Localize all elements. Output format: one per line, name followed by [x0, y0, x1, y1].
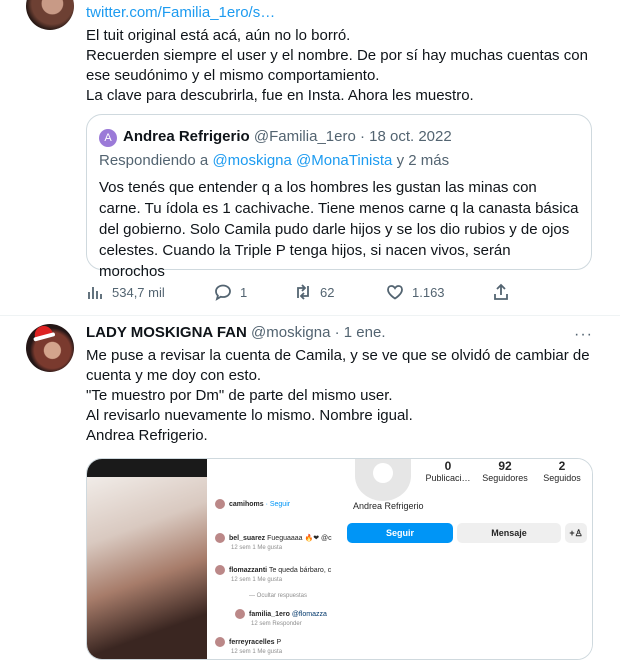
posts-count: 0 — [444, 459, 452, 473]
following-stat: 2 Seguidos — [537, 459, 587, 483]
like-count: 1.163 — [412, 284, 445, 300]
tweet-header: LADY MOSKIGNA FAN @moskigna · 1 ene. — [86, 324, 386, 341]
retweet-count: 62 — [320, 284, 335, 300]
replying-mentions[interactable]: @moskigna @MonaTinista — [212, 152, 392, 169]
analytics-icon — [88, 287, 102, 299]
quote-author-name: Andrea Refrigerio — [123, 128, 250, 145]
tweet-image[interactable]: camihoms · Seguir bel_suarez Fueguaaaa 🔥… — [86, 458, 593, 660]
quoted-tweet[interactable]: A Andrea Refrigerio @Familia_1ero · 18 o… — [86, 114, 592, 280]
quote-date: · 18 oct. 2022 — [359, 128, 452, 145]
comment-user: ferreyracelles — [229, 638, 275, 646]
following-count: 2 — [558, 459, 566, 473]
reply-button[interactable]: 1 — [214, 280, 247, 304]
retweet-icon — [297, 284, 309, 300]
quote-header: Andrea Refrigerio @Familia_1ero · 18 oct… — [123, 128, 452, 145]
instagram-photo — [87, 477, 207, 659]
post-follow: · Seguir — [265, 500, 291, 508]
message-button: Mensaje — [457, 523, 561, 543]
author-handle[interactable]: @moskigna — [251, 324, 330, 341]
reply-icon — [215, 284, 231, 301]
comment-avatar — [235, 609, 245, 619]
replying-suffix: y 2 más — [396, 152, 450, 169]
avatar[interactable] — [26, 0, 74, 30]
quote-avatar: A — [99, 129, 117, 147]
comment-meta: 12 sem 1 Me gusta — [231, 545, 283, 551]
comment-user: familia_1ero — [249, 610, 290, 618]
reply-count: 1 — [240, 284, 248, 300]
posts-stat: 0 Publicaci… — [423, 459, 473, 483]
retweet-button[interactable]: 62 — [294, 280, 334, 304]
comment-avatar — [215, 565, 225, 575]
tweet-text: El tuit original está acá, aún no lo bor… — [86, 27, 588, 104]
views-count: 534,7 mil — [112, 284, 165, 300]
quote-author-handle: @Familia_1ero — [253, 128, 356, 145]
quote-text: Vos tenés que entender q a los hombres l… — [99, 179, 579, 280]
comment-text: Te queda bárbaro, c — [268, 566, 332, 574]
comment-text: Fueguaaaa 🔥❤ @c — [267, 534, 332, 542]
following-label: Seguidos — [543, 473, 581, 483]
santa-hat-icon — [32, 324, 54, 341]
tweet-date[interactable]: · 1 ene. — [335, 324, 386, 341]
views-button[interactable]: 534,7 mil — [86, 280, 165, 304]
follow-button: Seguir — [347, 523, 453, 543]
profile-avatar-icon — [355, 459, 411, 501]
share-icon — [494, 283, 508, 300]
comment-meta: 12 sem Responder — [251, 621, 302, 627]
share-button[interactable] — [492, 280, 510, 304]
author-name[interactable]: LADY MOSKIGNA FAN — [86, 324, 247, 341]
more-options-icon[interactable]: ··· — [574, 326, 593, 344]
followers-count: 92 — [498, 459, 512, 473]
like-button[interactable]: 1.163 — [386, 280, 445, 304]
photo-top-bar — [87, 459, 207, 477]
avatar[interactable] — [26, 324, 74, 372]
comment-meta: 12 sem 1 Me gusta — [231, 649, 283, 655]
hide-replies: — Ocultar respuestas — [249, 593, 308, 599]
comment-user: flomazzanti — [229, 566, 268, 574]
tweet-link[interactable]: twitter.com/Familia_1ero/s… — [86, 4, 275, 21]
followers-label: Seguidores — [482, 473, 528, 483]
followers-stat: 92 Seguidores — [477, 459, 533, 483]
heart-icon — [387, 285, 403, 300]
tweet-actions: 534,7 mil 1 62 1.163 — [86, 280, 526, 304]
comment-meta: 12 sem 1 Me gusta — [231, 577, 283, 583]
tweet-1[interactable]: twitter.com/Familia_1ero/s… El tuit orig… — [0, 0, 620, 316]
comment-text: P — [276, 638, 282, 646]
instagram-comments: camihoms · Seguir bel_suarez Fueguaaaa 🔥… — [209, 489, 341, 659]
comment-text: @flomazza — [291, 610, 327, 618]
add-user-icon: +♙ — [565, 523, 587, 543]
tweet-text: Me puse a revisar la cuenta de Camila, y… — [86, 347, 590, 444]
comment-avatar — [215, 499, 225, 509]
quote-replying-to: Respondiendo a @moskigna @MonaTinista y … — [99, 152, 449, 169]
instagram-profile: 0 Publicaci… 92 Seguidores 2 Seguidos Andre… — [343, 459, 592, 659]
profile-name: Andrea Refrigerio — [353, 501, 424, 511]
comment-user: bel_suarez — [229, 534, 266, 542]
posts-label: Publicaci… — [425, 473, 471, 483]
comment-avatar — [215, 533, 225, 543]
comment-avatar — [215, 637, 225, 647]
replying-prefix: Respondiendo a — [99, 152, 209, 169]
post-user: camihoms — [229, 500, 264, 508]
